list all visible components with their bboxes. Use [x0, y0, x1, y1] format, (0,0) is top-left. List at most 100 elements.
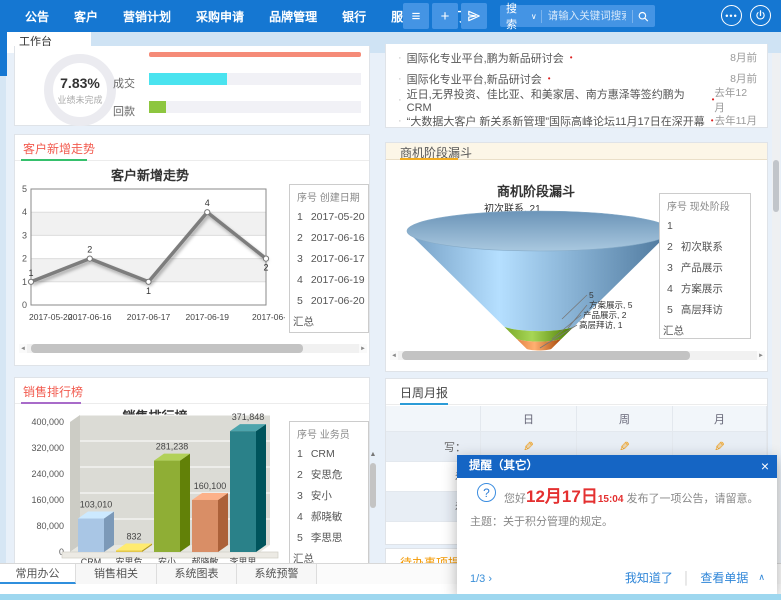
chart-title-trend: 客户新增走势 [15, 165, 285, 184]
plus-icon[interactable]: + [432, 3, 458, 29]
list-item: 52017-06-20 [297, 291, 368, 312]
scroll-thumb[interactable] [370, 463, 376, 508]
horizontal-scrollbar[interactable]: ◄ ► [19, 344, 367, 353]
news-text[interactable]: 近日,无界投资、佳比亚、和美家居、南方惠泽等签约鹏为CRM [407, 86, 706, 114]
news-item[interactable]: · 近日,无界投资、佳比亚、和美家居、南方惠泽等签约鹏为CRM • 去年12月 [386, 89, 767, 110]
panel-title-trend[interactable]: 客户新增走势 [23, 140, 95, 157]
column-header-month: 月 [673, 406, 767, 432]
view-document-button[interactable]: 查看单据 [700, 569, 748, 586]
scroll-right-icon[interactable]: ► [757, 353, 765, 359]
list-header: 序号 创建日期 [297, 189, 368, 204]
news-item[interactable]: · 国际化专业平台,鹏为新品研讨会 • 8月前 [386, 47, 767, 68]
vertical-mini-scrollbar[interactable]: ▲ [369, 450, 377, 563]
svg-text:5: 5 [22, 184, 27, 194]
list-item: 5李思思 [297, 528, 368, 549]
bullet-icon: · [398, 94, 402, 106]
svg-text:3: 3 [22, 230, 27, 240]
scroll-right-icon[interactable]: ► [359, 346, 367, 352]
list-footer: 汇总 [293, 312, 368, 332]
red-dot-icon: • [548, 74, 551, 83]
list-item: 2初次联系 [667, 237, 750, 258]
menu-item-announcements[interactable]: 公告 [25, 8, 49, 25]
trend-side-list: 序号 创建日期 12017-05-20 22017-06-16 32017-06… [289, 184, 369, 333]
horizontal-scrollbar[interactable]: ◄ ► [390, 351, 765, 360]
kpi-label-deals: 成交 [113, 75, 135, 91]
search-icon[interactable] [637, 10, 649, 23]
search-bar[interactable]: 搜索 ∨ [500, 5, 655, 27]
svg-text:1: 1 [146, 286, 151, 296]
list-item: 4郝晓敏 [297, 507, 368, 528]
greeting: 您好 [504, 493, 526, 505]
panel-title-sales[interactable]: 销售排行榜 [23, 383, 83, 400]
tab-sales-related[interactable]: 销售相关 [76, 564, 157, 584]
funnel-side-list: 序号 现处阶段 1 2初次联系 3产品展示 4方案展示 5高层拜访 汇总 [659, 193, 751, 339]
news-time: 去年12月 [714, 85, 757, 115]
line-chart: 01234512017-05-2022017-06-1612017-06-174… [15, 183, 285, 335]
panel-title-report[interactable]: 日周月报 [400, 384, 448, 401]
pager-next-icon[interactable]: › [488, 573, 492, 585]
menu-item-customers[interactable]: 客户 [74, 8, 98, 25]
menu-item-brand-management[interactable]: 品牌管理 [269, 8, 317, 25]
acknowledge-button[interactable]: 我知道了 [625, 569, 673, 586]
red-dot-icon: • [711, 116, 714, 125]
scroll-thumb[interactable] [31, 344, 303, 353]
chevron-up-icon[interactable]: ∧ [758, 572, 765, 583]
svg-text:方案展示, 5: 方案展示, 5 [589, 300, 633, 310]
svg-text:4: 4 [205, 198, 210, 208]
announcement-date: 12月17日 [526, 487, 598, 506]
close-icon[interactable]: × [761, 455, 769, 478]
svg-text:240,000: 240,000 [31, 469, 64, 479]
bar-chart: 080,000160,000240,000320,000400,000103,0… [15, 410, 295, 568]
svg-text:80,000: 80,000 [36, 521, 64, 531]
power-glyph [754, 9, 767, 22]
list-header: 序号 现处阶段 [667, 198, 750, 213]
svg-text:2017-06-19: 2017-06-19 [186, 312, 230, 322]
kpi-bar-top [149, 52, 361, 57]
news-text[interactable]: 国际化专业平台,新品研讨会 [407, 71, 542, 87]
dialog-pager[interactable]: 1/3 › [470, 573, 492, 585]
menu-item-purchase-request[interactable]: 采购申请 [196, 8, 244, 25]
list-item: 3产品展示 [667, 258, 750, 279]
svg-text:2017-06-17: 2017-06-17 [127, 312, 171, 322]
tab-system-charts[interactable]: 系统图表 [157, 564, 237, 584]
crm-dashboard-window: 公告 客户 营销计划 采购申请 品牌管理 银行 服务 部门 ≡ + 搜索 ∨ •… [0, 0, 781, 600]
main-menu: 公告 客户 营销计划 采购申请 品牌管理 银行 服务 部门 [0, 8, 464, 25]
tab-system-alerts[interactable]: 系统预警 [237, 564, 317, 584]
scroll-up-icon[interactable]: ▲ [369, 450, 377, 460]
menu-item-marketing-plan[interactable]: 营销计划 [123, 8, 171, 25]
chevron-down-icon[interactable]: ∨ [531, 12, 537, 21]
menu-item-bank[interactable]: 银行 [342, 8, 366, 25]
svg-text:2017-06-16: 2017-06-16 [68, 312, 112, 322]
column-header-week: 周 [577, 406, 673, 432]
menu-icon[interactable]: ≡ [403, 3, 429, 29]
svg-text:160,100: 160,100 [194, 481, 227, 491]
news-item[interactable]: · “大数据大客户 新关系新管理”国际高峰论坛11月17日在深开幕 • 去年11… [386, 110, 767, 131]
bullet-icon: · [398, 115, 402, 127]
scroll-thumb[interactable] [402, 351, 690, 360]
list-item: 32017-06-17 [297, 249, 368, 270]
more-options-icon[interactable]: ••• [721, 5, 742, 26]
pencil-icon[interactable]: ✎ [523, 439, 534, 455]
send-icon[interactable] [461, 3, 487, 29]
list-item: 4方案展示 [667, 279, 750, 300]
svg-text:产品展示, 2: 产品展示, 2 [583, 310, 627, 320]
svg-text:400,000: 400,000 [31, 417, 64, 427]
news-text[interactable]: 国际化专业平台,鹏为新品研讨会 [407, 50, 564, 66]
bullet-icon: · [398, 73, 402, 85]
svg-text:2: 2 [22, 254, 27, 264]
power-icon[interactable] [750, 5, 771, 26]
search-scope-label[interactable]: 搜索 [506, 0, 527, 32]
panel-underline [21, 159, 87, 161]
scroll-thumb[interactable] [773, 160, 779, 212]
tab-common-office[interactable]: 常用办公 [0, 564, 76, 584]
svg-text:5: 5 [589, 290, 594, 300]
scroll-left-icon[interactable]: ◄ [19, 346, 27, 352]
pencil-icon[interactable]: ✎ [714, 439, 725, 455]
announcement-time: 15:04 [598, 494, 624, 505]
search-input[interactable] [546, 9, 628, 23]
pencil-icon[interactable]: ✎ [619, 439, 630, 455]
news-text[interactable]: “大数据大客户 新关系新管理”国际高峰论坛11月17日在深开幕 [407, 113, 705, 129]
svg-text:281,238: 281,238 [156, 442, 189, 452]
gauge-caption: 业绩未完成 [57, 93, 102, 106]
scroll-left-icon[interactable]: ◄ [390, 353, 398, 359]
